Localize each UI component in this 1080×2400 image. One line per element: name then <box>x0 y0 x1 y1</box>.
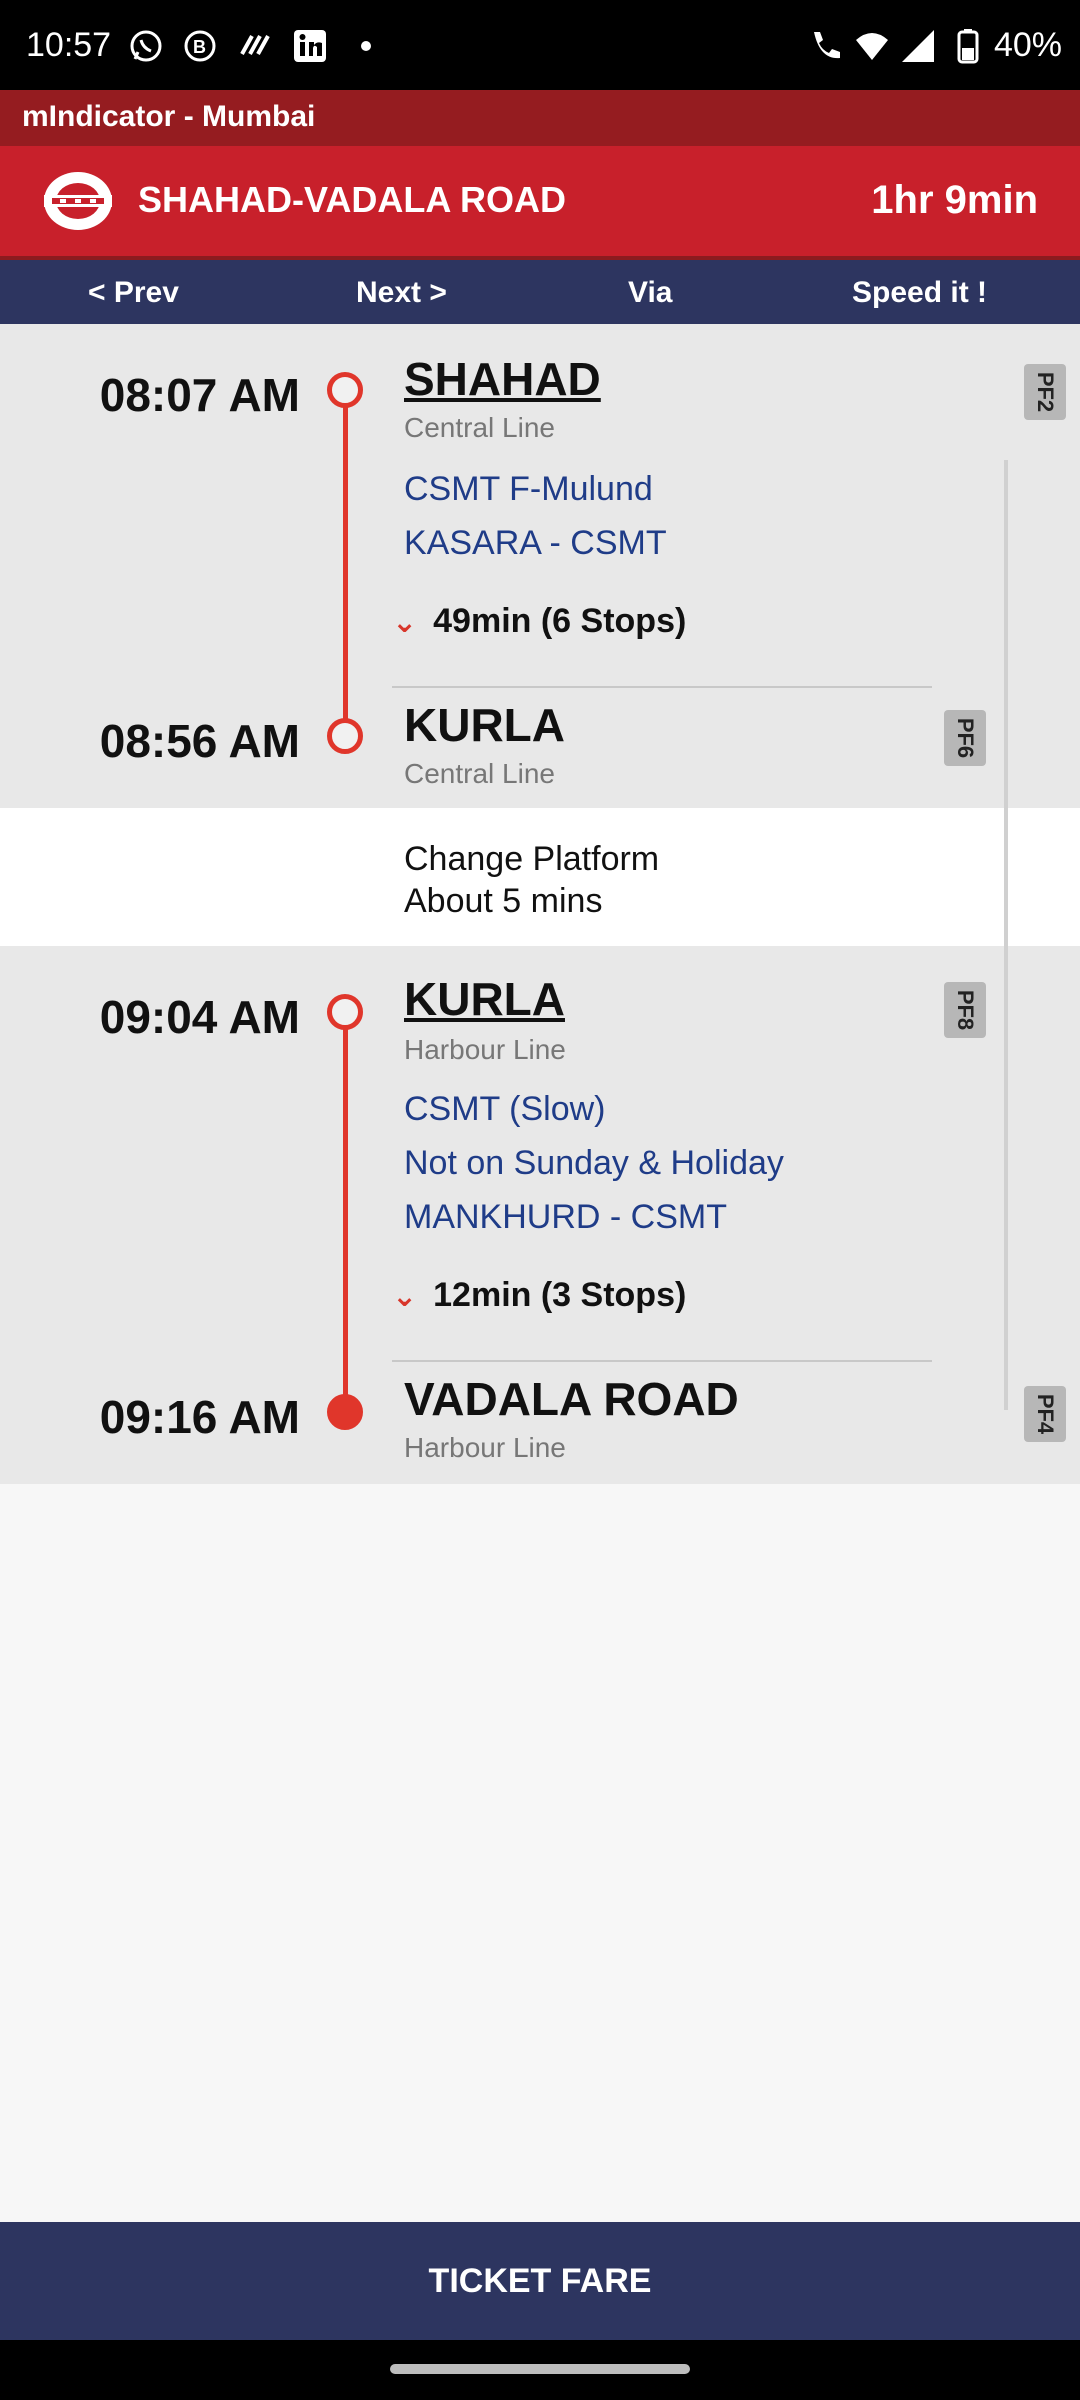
journey-duration: 1hr 9min <box>871 178 1038 222</box>
start-station-marker <box>327 372 363 408</box>
wifi-icon <box>856 33 888 60</box>
platform-badge: PF8 <box>944 982 986 1038</box>
end-station-marker <box>327 718 363 754</box>
arrival-time: 08:56 AM <box>99 715 300 767</box>
platform-badge: PF4 <box>1024 1386 1066 1442</box>
whatsapp-icon <box>130 30 162 62</box>
app-name-bar: mIndicator - Mumbai <box>0 90 1080 146</box>
departure-station[interactable]: KURLA <box>404 972 565 1026</box>
system-nav-bar <box>0 2340 1080 2400</box>
journey-segment-1[interactable]: 08:07 AM SHAHAD Central Line PF2 CSMT F-… <box>0 324 1080 808</box>
battery-percent: 40% <box>993 26 1062 64</box>
departure-station[interactable]: SHAHAD <box>404 352 601 406</box>
start-station-marker <box>327 994 363 1030</box>
platform-badge: PF6 <box>944 710 986 766</box>
change-title: Change Platform <box>404 840 660 878</box>
next-button[interactable]: Next > <box>356 276 447 310</box>
change-platform-note: Change Platform About 5 mins <box>0 808 1080 946</box>
departure-line: Central Line <box>404 412 555 443</box>
stops-text: 49min (6 Stops) <box>433 602 687 640</box>
divider <box>392 686 932 688</box>
route-nav-bar: < Prev Next > Via Speed it ! <box>0 260 1080 324</box>
dot-icon <box>361 41 371 51</box>
train-info-line: KASARA - CSMT <box>404 524 667 562</box>
train-info-line: Not on Sunday & Holiday <box>404 1144 784 1182</box>
signal-icon <box>902 30 934 62</box>
arrival-station[interactable]: KURLA <box>404 698 565 752</box>
departure-time: 08:07 AM <box>99 369 300 421</box>
route-line <box>343 394 348 739</box>
journey-segment-2[interactable]: 09:04 AM KURLA Harbour Line PF8 CSMT (Sl… <box>0 946 1080 1484</box>
route-line <box>343 1014 348 1414</box>
train-info-line: CSMT F-Mulund <box>404 470 653 508</box>
speed-it-button[interactable]: Speed it ! <box>852 276 987 310</box>
status-time: 10:57 <box>26 26 112 64</box>
scrollbar[interactable] <box>1004 460 1008 1410</box>
departure-time: 09:04 AM <box>99 991 300 1043</box>
battery-icon <box>957 29 979 64</box>
departure-line: Harbour Line <box>404 1034 566 1065</box>
arrival-line: Central Line <box>404 758 555 789</box>
arrival-station[interactable]: VADALA ROAD <box>404 1372 739 1426</box>
arrival-line: Harbour Line <box>404 1432 566 1463</box>
linkedin-icon <box>294 30 326 62</box>
stops-toggle[interactable]: ⌄ 12min (3 Stops) <box>392 1276 686 1315</box>
arrival-time: 09:16 AM <box>99 1391 300 1443</box>
svg-text:B: B <box>193 37 206 57</box>
chevron-down-icon: ⌄ <box>392 1280 418 1313</box>
change-duration: About 5 mins <box>404 882 603 920</box>
train-info-line: MANKHURD - CSMT <box>404 1198 727 1236</box>
stops-toggle[interactable]: ⌄ 49min (6 Stops) <box>392 602 686 641</box>
home-gesture-bar[interactable] <box>390 2364 690 2374</box>
route-title: SHAHAD-VADALA ROAD <box>138 179 566 220</box>
end-station-marker <box>327 1394 363 1430</box>
app-name: mIndicator - Mumbai <box>22 100 316 133</box>
chevron-down-icon: ⌄ <box>392 606 418 639</box>
status-bar: 10:57 B 40% <box>0 0 1080 90</box>
stops-text: 12min (3 Stops) <box>433 1276 687 1314</box>
route-header: SHAHAD-VADALA ROAD 1hr 9min <box>0 146 1080 256</box>
train-info-line: CSMT (Slow) <box>404 1090 606 1128</box>
railway-logo-icon <box>44 172 112 230</box>
ticket-fare-button[interactable]: TICKET FARE <box>0 2222 1080 2340</box>
platform-badge: PF2 <box>1024 364 1066 420</box>
wifi-call-icon <box>814 32 840 59</box>
b-icon: B <box>184 30 216 62</box>
prev-button[interactable]: < Prev <box>88 276 179 310</box>
via-button[interactable]: Via <box>628 276 673 310</box>
chat-icon <box>240 35 270 55</box>
divider <box>392 1360 932 1362</box>
